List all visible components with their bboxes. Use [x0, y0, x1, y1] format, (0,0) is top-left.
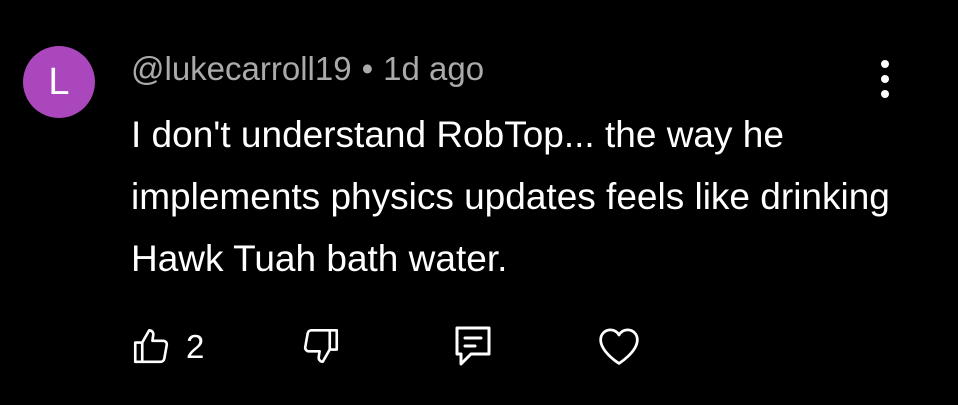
heart-button[interactable] [597, 318, 641, 374]
more-vertical-icon [881, 60, 889, 98]
timestamp: 1d ago [383, 50, 485, 87]
comment-header: @lukecarroll19 • 1d ago [131, 50, 484, 88]
dislike-button[interactable] [300, 318, 342, 374]
heart-icon [599, 328, 639, 365]
avatar[interactable]: L [23, 46, 95, 118]
thumbs-down-icon [303, 328, 339, 364]
reply-icon [455, 326, 491, 366]
comment-actions: 2 [0, 318, 958, 374]
avatar-letter: L [48, 61, 70, 103]
comment-text: I don't understand RobTop... the way he … [131, 114, 890, 279]
comment-menu-button[interactable] [868, 56, 902, 102]
reply-button[interactable] [453, 318, 493, 374]
username[interactable]: @lukecarroll19 [131, 50, 352, 87]
like-count: 2 [186, 327, 205, 365]
meta-separator: • [361, 50, 374, 87]
thumbs-up-icon [133, 328, 169, 364]
like-button[interactable]: 2 [130, 318, 204, 374]
comment-item: L @lukecarroll19 • 1d ago I don't understa… [0, 0, 958, 405]
